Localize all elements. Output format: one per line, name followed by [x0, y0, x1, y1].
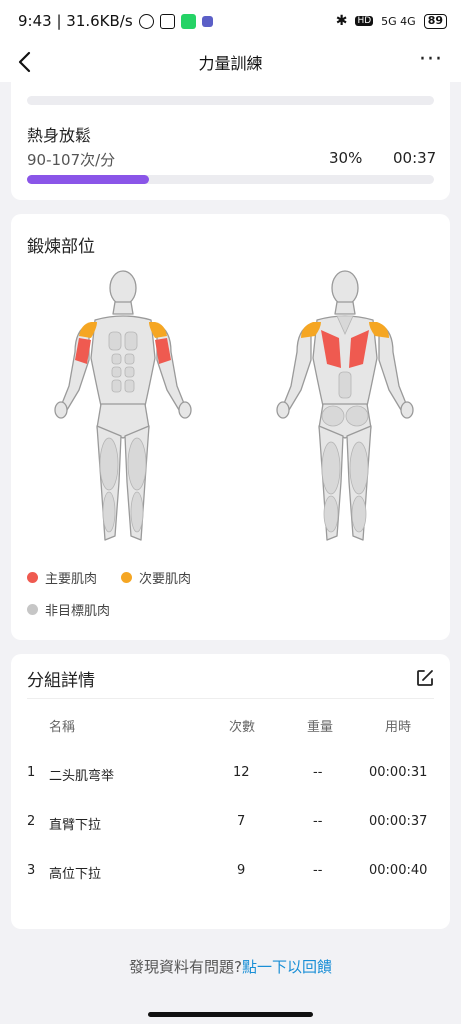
row-1-time: 00:00:31: [369, 765, 428, 780]
phase-duration: 00:37: [393, 149, 437, 167]
legend-row-1: 主要肌肉 次要肌肉: [27, 568, 215, 587]
status-right: ✱ HD 5G 4G 89: [336, 13, 447, 29]
muscles-title: 鍛煉部位: [27, 237, 95, 257]
legend-primary: 主要肌肉: [27, 568, 97, 587]
row-2-index: 2: [27, 814, 36, 829]
more-options-icon[interactable]: ···: [419, 49, 443, 71]
heart-rate-range: 90-107次/分: [27, 151, 116, 169]
battery-icon: 89: [423, 13, 447, 29]
bluetooth-icon: ✱: [335, 13, 348, 29]
edit-icon[interactable]: [415, 668, 435, 688]
row-3-reps: 9: [237, 863, 246, 878]
legend-secondary-label: 次要肌肉: [139, 572, 192, 587]
row-2-reps: 7: [237, 814, 246, 829]
back-arrow-icon[interactable]: [14, 50, 38, 74]
status-time-speed: 9:43 | 31.6KB/s: [18, 12, 133, 30]
nfc-icon: [159, 13, 175, 29]
column-header-weight: 重量: [307, 720, 334, 735]
row-1-index: 1: [27, 765, 36, 780]
muscles-card: 鍛煉部位 主要肌肉 次要肌肉 非目標肌肉: [11, 214, 450, 640]
phase-percent: 30%: [329, 149, 363, 167]
home-indicator[interactable]: [148, 1012, 313, 1017]
row-1-name: 二头肌弯举: [49, 769, 115, 784]
row-3-weight: --: [313, 863, 323, 878]
sets-title: 分組詳情: [27, 671, 95, 691]
feedback-line: 發現資料有問題?點一下以回饋: [0, 956, 461, 977]
legend-primary-label: 主要肌肉: [45, 572, 98, 587]
legend-row-2: 非目標肌肉: [27, 600, 134, 619]
row-2-name: 直臂下拉: [49, 818, 102, 833]
status-bar: 9:43 | 31.6KB/s ✱ HD 5G 4G 89: [0, 0, 461, 42]
feedback-link[interactable]: 點一下以回饋: [242, 958, 332, 976]
column-header-time: 用時: [385, 720, 412, 735]
body-front-figure: [54, 270, 192, 541]
row-2-time: 00:00:37: [369, 814, 428, 829]
alarm-icon: [138, 13, 154, 29]
legend-non-target-label: 非目標肌肉: [45, 604, 111, 619]
hd-icon: HD: [355, 16, 374, 26]
row-1-weight: --: [313, 765, 323, 780]
column-header-name: 名稱: [49, 720, 76, 735]
row-2-weight: --: [313, 814, 323, 829]
warmup-card: 熱身放鬆 90-107次/分 30% 00:37: [11, 82, 450, 200]
row-3-time: 00:00:40: [369, 863, 428, 878]
whatsapp-icon: [180, 13, 196, 29]
page-title: 力量訓練: [198, 54, 263, 73]
legend-secondary-dot: [121, 572, 133, 583]
legend-non-target-dot: [27, 604, 38, 615]
legend-primary-dot: [27, 572, 38, 583]
phase-progress-track: [27, 175, 434, 184]
row-3-name: 高位下拉: [49, 867, 102, 882]
signal-icon: 5G 4G: [381, 14, 416, 28]
legend-non-target: 非目標肌肉: [27, 600, 110, 619]
previous-phase-bar: [27, 96, 434, 105]
row-3-index: 3: [27, 863, 36, 878]
sets-card: 分組詳情 名稱 次數 重量 用時 1 二头肌弯举 12 -- 00:00:31 …: [11, 654, 450, 929]
row-1-reps: 12: [233, 765, 250, 780]
column-header-reps: 次數: [229, 720, 256, 735]
teams-icon: [201, 15, 213, 27]
phase-title: 熱身放鬆: [27, 126, 92, 145]
body-back-figure: [276, 270, 414, 541]
nav-bar: 力量訓練 ···: [0, 42, 461, 82]
phase-progress-fill: [27, 175, 150, 184]
legend-secondary: 次要肌肉: [121, 568, 191, 587]
sets-divider: [27, 698, 434, 699]
status-left: 9:43 | 31.6KB/s: [18, 12, 213, 30]
feedback-prompt: 發現資料有問題?: [129, 958, 242, 976]
